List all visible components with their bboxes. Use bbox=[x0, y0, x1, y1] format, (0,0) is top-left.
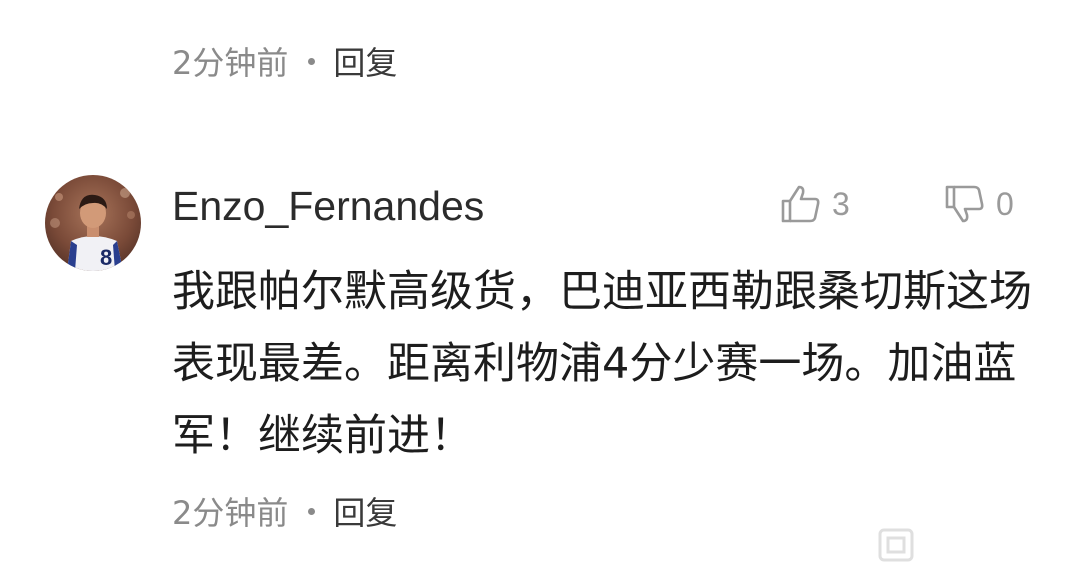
separator-dot bbox=[308, 507, 316, 515]
comment-time: 2分钟前 bbox=[172, 494, 289, 532]
comment-meta: 2分钟前 回复 bbox=[172, 487, 397, 535]
dislike-button[interactable]: 0 bbox=[944, 182, 1014, 226]
like-button[interactable]: 3 bbox=[780, 182, 850, 226]
dislike-count: 0 bbox=[996, 185, 1014, 222]
comment-time: 2分钟前 bbox=[172, 44, 289, 82]
like-count: 3 bbox=[832, 185, 850, 222]
jersey-number: 8 bbox=[100, 245, 112, 270]
watermark-icon bbox=[878, 528, 914, 562]
reply-button[interactable]: 回复 bbox=[333, 38, 397, 84]
comment-username[interactable]: Enzo_Fernandes bbox=[172, 180, 484, 232]
avatar[interactable]: 8 bbox=[45, 175, 141, 271]
avatar-image: 8 bbox=[45, 175, 141, 271]
separator-dot bbox=[308, 57, 316, 65]
previous-comment-meta: 2分钟前 回复 bbox=[172, 37, 397, 85]
thumbs-down-icon bbox=[944, 184, 986, 224]
comment-body: 我跟帕尔默高级货，巴迪亚西勒跟桑切斯这场表现最差。距离利物浦4分少赛一场。加油蓝… bbox=[172, 267, 1032, 461]
thumbs-up-icon bbox=[780, 184, 822, 224]
reply-button[interactable]: 回复 bbox=[333, 488, 397, 534]
